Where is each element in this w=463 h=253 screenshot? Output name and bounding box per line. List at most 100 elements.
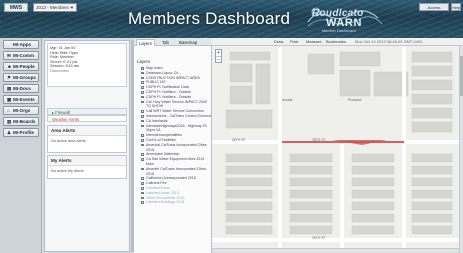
- layer-label: Sewer Boundaries 2013: [146, 195, 185, 200]
- layer-label: Labelled Areas 2013: [146, 190, 179, 195]
- members-dashboard-window: MWS 2013 - Members - Jackson ▼ Members D…: [0, 0, 463, 253]
- map-view[interactable]: 28TH ST 26TH ST 25TH ST Arcade Prospect …: [212, 38, 463, 253]
- layer-checkbox[interactable]: [141, 153, 144, 156]
- layer-checkbox[interactable]: [141, 143, 144, 147]
- map-scrollbar[interactable]: [459, 46, 463, 253]
- tab-tab[interactable]: Tab: [160, 39, 171, 46]
- layer-list: Map Index Delaware-Liquor-Cir... CONSTRUCT…: [141, 66, 211, 205]
- nav-label: MI-Apps: [13, 42, 32, 47]
- layer-label: CONSTRUCTION IMPACT AREA: [146, 75, 200, 80]
- map-horizontal-scrollbar[interactable]: [212, 248, 459, 253]
- layer-checkbox[interactable]: [141, 182, 144, 185]
- layer-label: Intercitemanipenalities: [146, 133, 182, 138]
- welcome-card: Mgr: 01 Jan 00 Hello Mike Tipps Role: Me…: [47, 43, 127, 87]
- layer-checkbox[interactable]: [141, 196, 144, 200]
- layer-checkbox[interactable]: [141, 119, 144, 123]
- nav-label: MI-Docs: [13, 86, 31, 91]
- layer-checkbox[interactable]: [141, 67, 144, 70]
- nav-mi-apps[interactable]: MI-Apps: [3, 40, 39, 49]
- chevron-down-icon: ▼: [70, 5, 74, 10]
- layer-label: PUBLIC NO: [146, 80, 166, 85]
- layer-checkbox[interactable]: [141, 100, 144, 104]
- map-timestamp: Mon Oct 14 2013 08:46:29 GMT-0400: [355, 39, 423, 44]
- layer-checkbox[interactable]: [141, 158, 144, 161]
- layer-item[interactable]: Labelled Buildings 2018: [141, 200, 211, 205]
- page-title: Members Dashboard: [128, 9, 291, 28]
- layer-item[interactable]: Americal CalTrans Incorporated Cities 20…: [141, 143, 211, 153]
- layer-label: CA Interlands: [146, 118, 168, 123]
- my-alerts-empty: No active My Alerts: [51, 169, 84, 173]
- map-toolbar: Draw Print Measure Bookmarks Mon Oct 14 …: [212, 38, 463, 46]
- area-alerts-empty: No active area alerts: [51, 139, 86, 143]
- layer-label: Labelled Buildings 2018: [146, 200, 185, 205]
- disconnect-link[interactable]: Disconnect: [50, 69, 124, 74]
- accordion-firewall[interactable]: ▸ Firewall: [47, 108, 127, 115]
- nav-mi-profile[interactable]: ♟ MI-Profile: [3, 128, 39, 137]
- street-label: Arcade: [282, 98, 293, 102]
- accordion-label: Weather Alerts: [52, 117, 80, 122]
- layer-label: California Unincorporated 2018: [146, 176, 196, 181]
- layer-tabs: Layers Tab Basemap: [134, 38, 212, 46]
- layer-item[interactable]: Cal. Hwy Water Service IMPACT 2020 TO SH…: [141, 100, 211, 110]
- layer-checkbox[interactable]: [141, 177, 144, 180]
- layer-checkbox[interactable]: [141, 71, 144, 75]
- layer-checkbox[interactable]: [141, 124, 144, 128]
- layer-checkbox[interactable]: [141, 167, 144, 171]
- layer-label: Caltrans Fire: [146, 181, 167, 186]
- layer-label: Americal CalTrans Incorporated Cities 20…: [146, 142, 207, 152]
- layer-checkbox[interactable]: [141, 138, 144, 142]
- layer-checkbox[interactable]: [141, 110, 144, 113]
- layer-checkbox[interactable]: [141, 95, 144, 99]
- member-panel: Mgr: 01 Jan 00 Hello Mike Tipps Role: Me…: [44, 40, 130, 252]
- nav-mi-events[interactable]: ▦ MI-Events: [3, 95, 39, 104]
- layer-item[interactable]: Ameritel CalTrans Incorporated Cities 20…: [141, 167, 211, 177]
- app-logo[interactable]: MWS: [4, 3, 28, 12]
- nav-mi-boards[interactable]: ▥ MI-Boards: [3, 117, 39, 126]
- layer-checkbox[interactable]: [141, 114, 144, 118]
- help-button[interactable]: Help: [451, 3, 461, 11]
- draw-tool[interactable]: Draw: [274, 38, 283, 46]
- layer-checkbox[interactable]: [141, 201, 144, 204]
- nav-mi-orgs[interactable]: ⌂ MI-Orgs: [3, 106, 39, 115]
- layer-label: Cal Ex.of Facilities: [146, 137, 176, 142]
- accordion-weather-alerts[interactable]: Weather Alerts: [47, 115, 127, 122]
- layer-checkbox[interactable]: [141, 81, 144, 84]
- zoom-control: + −: [215, 49, 222, 63]
- tab-layers[interactable]: Layers: [136, 39, 155, 46]
- layer-checkbox[interactable]: [141, 134, 144, 137]
- layer-checkbox[interactable]: [141, 90, 144, 94]
- nav-mi-people[interactable]: ☻MI-People: [3, 62, 39, 71]
- layer-item[interactable]: InterstateHighways2018 - Highway 25 Sign…: [141, 124, 211, 134]
- zoom-out-button[interactable]: −: [216, 56, 221, 63]
- print-tool[interactable]: Print: [290, 38, 298, 46]
- measure-tool[interactable]: Measure: [306, 38, 322, 46]
- layer-checkbox[interactable]: [141, 76, 144, 80]
- layer-label: Intersections - CalTrans Control Connect: [146, 113, 211, 118]
- layer-label: Americatel Waterdep: [146, 152, 180, 157]
- event-select[interactable]: 2013 - Members - Jackson ▼: [33, 3, 77, 18]
- nav-label: MI-Boards: [13, 119, 36, 124]
- my-alerts-box: My Alerts No active My Alerts: [47, 155, 127, 179]
- header-banner: MWS 2013 - Members - Jackson ▼ Members D…: [0, 0, 463, 38]
- nav-label: MI-Events: [13, 97, 35, 102]
- access-members-button[interactable]: Access Members: [419, 3, 449, 17]
- layer-label: CDPH Pl. Notification Data: [146, 85, 189, 90]
- bookmarks-tool[interactable]: Bookmarks: [326, 38, 346, 46]
- street-label: 25TH ST: [312, 236, 326, 240]
- street-label: 28TH ST: [312, 138, 326, 142]
- layer-checkbox[interactable]: [141, 191, 144, 195]
- my-alerts-title: My Alerts: [48, 156, 126, 166]
- layer-label: CA San Water Equipment Area 2019 Main: [146, 157, 205, 166]
- layer-label: Call WRT Water Service Connection: [146, 109, 204, 114]
- layer-item[interactable]: CA San Water Equipment Area 2019 Main: [141, 157, 211, 167]
- layer-label: Delaware-Liquor-Cir...: [146, 70, 181, 75]
- layer-label: Map Index: [146, 66, 163, 70]
- layer-checkbox[interactable]: [141, 86, 144, 89]
- nav-label: MI-Groups: [13, 75, 36, 80]
- nav-mi-comm[interactable]: ✉ MI-Comm: [3, 51, 39, 60]
- layers-panel: Layers Tab Basemap Layers Map Index Delaw…: [134, 38, 212, 253]
- layer-checkbox[interactable]: [141, 186, 144, 190]
- tab-basemap[interactable]: Basemap: [177, 39, 199, 46]
- nav-mi-docs[interactable]: ▤ MI-Docs: [3, 84, 39, 93]
- nav-mi-groups[interactable]: ⚑ MI-Groups: [3, 73, 39, 82]
